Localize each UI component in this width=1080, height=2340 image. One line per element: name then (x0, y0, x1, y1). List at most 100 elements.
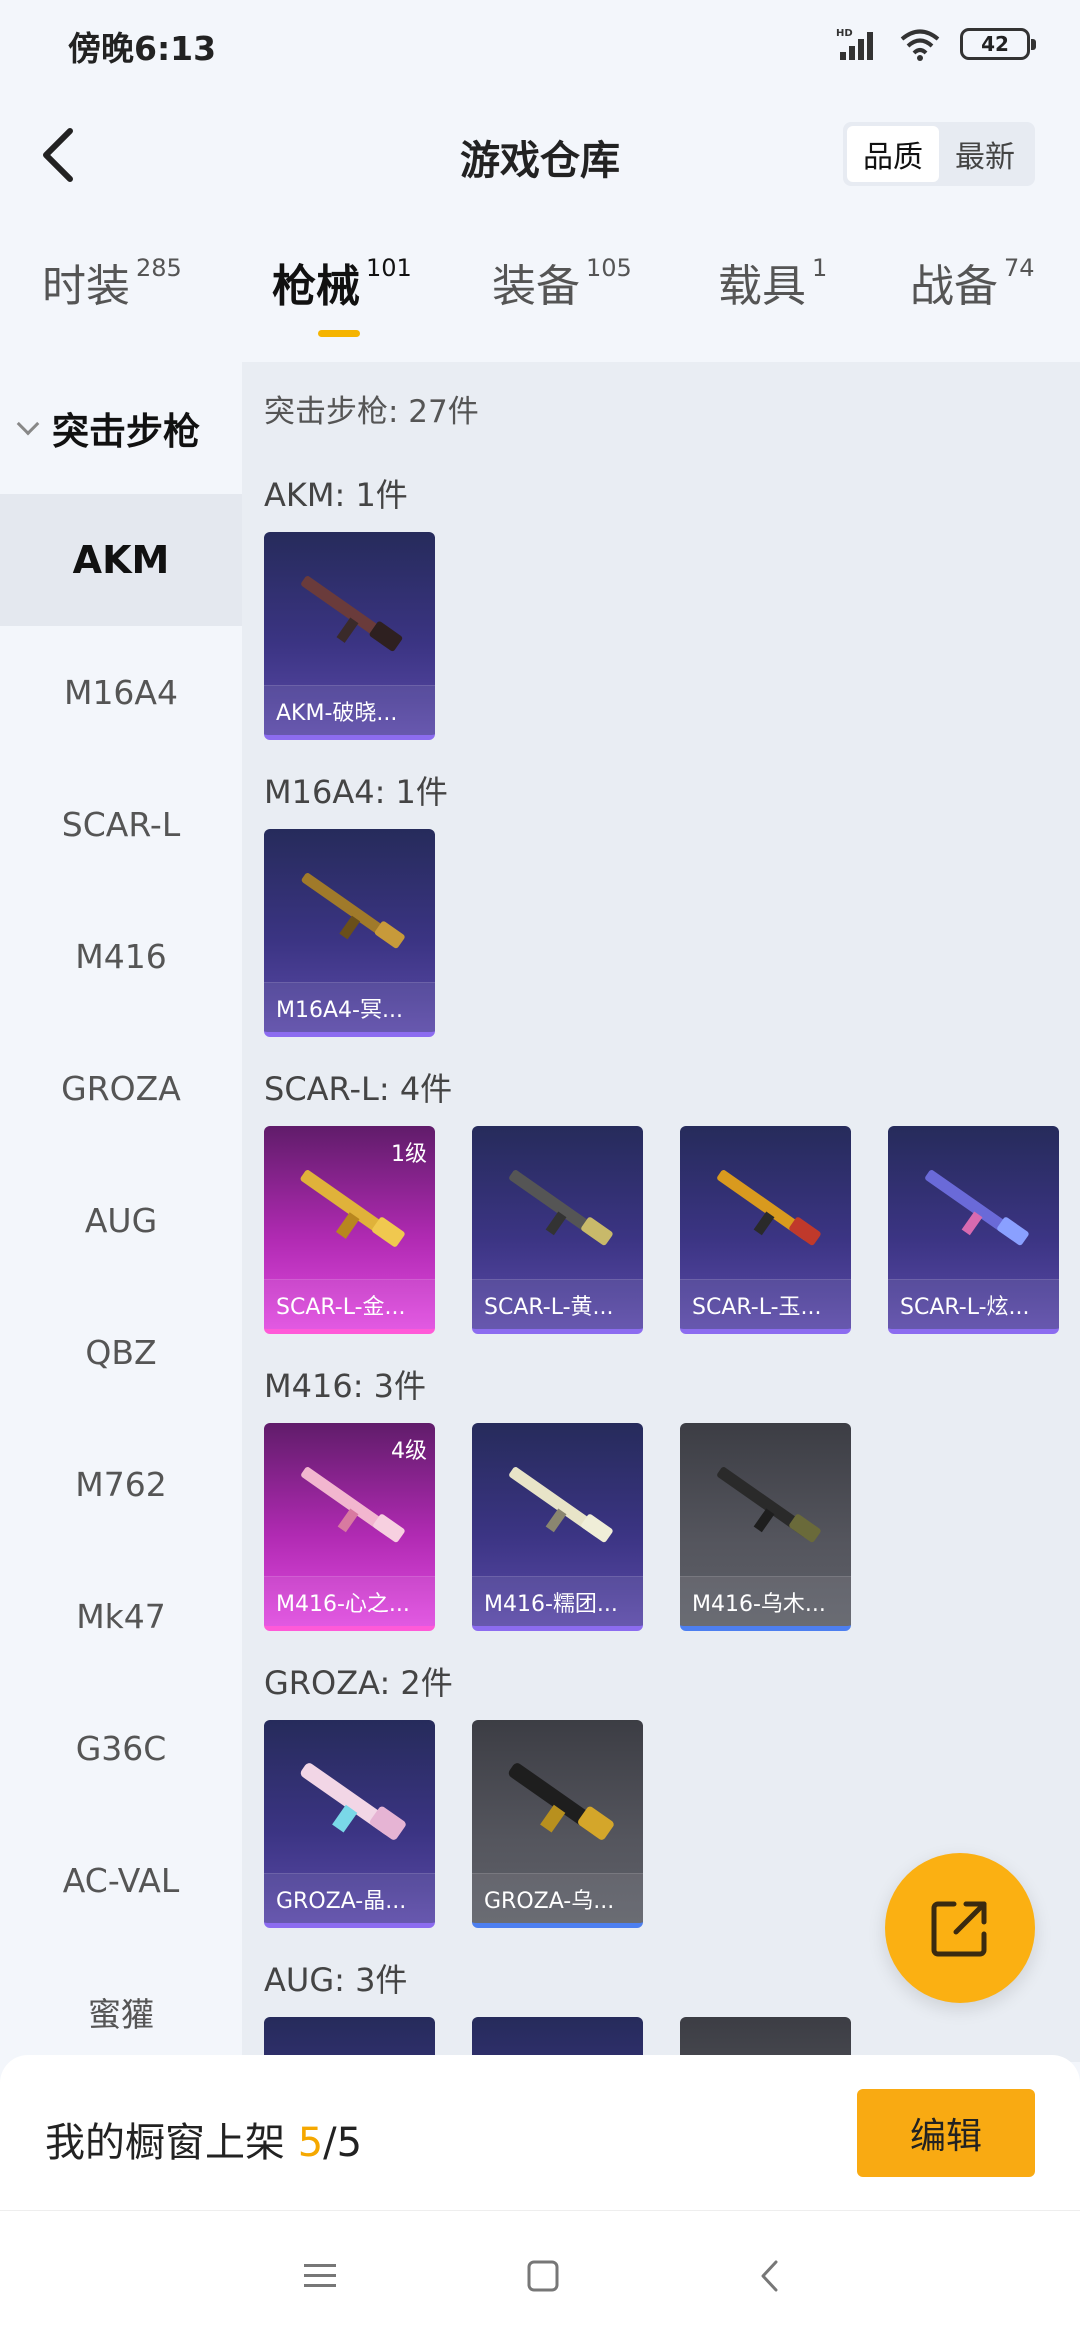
card-name: SCAR-L-玉... (692, 1294, 822, 1320)
weapon-card[interactable]: M416-糯团... (472, 1423, 643, 1631)
tab-label: 时装 (42, 261, 130, 312)
sidebar-group-label: 突击步枪 (52, 410, 200, 453)
tab-count: 1 (812, 254, 828, 282)
section-title: M16A4: 1件 (264, 773, 448, 811)
wifi-icon (900, 29, 940, 61)
menu-button[interactable] (295, 2251, 345, 2301)
share-button[interactable] (885, 1853, 1035, 2003)
card-name-bar: M16A4-冥... (264, 982, 435, 1032)
sidebar-item-m16a4[interactable]: M16A4 (0, 626, 242, 758)
status-bar: 傍晚6:13 HD 42 (0, 0, 1080, 90)
weapon-card[interactable]: SCAR-L-黄... (472, 1126, 643, 1334)
battery-indicator: 42 (960, 28, 1036, 60)
sidebar-item-m762[interactable]: M762 (0, 1418, 242, 1550)
weapon-card[interactable]: 1级 SCAR-L-金... (264, 1126, 435, 1334)
weapon-card[interactable]: 4级 M416-心之... (264, 1423, 435, 1631)
signal-icon: HD (836, 28, 873, 60)
rifle-icon (717, 1467, 821, 1543)
category-total: 突击步枪: 27件 (264, 394, 479, 430)
square-icon (527, 2260, 559, 2292)
sidebar-item-mk47[interactable]: Mk47 (0, 1550, 242, 1682)
rifle-icon (300, 1170, 405, 1247)
section-m16a4: M16A4: 1件 M16A4-冥... (264, 767, 448, 1037)
rifle-icon (301, 1467, 405, 1543)
weapon-card[interactable]: SCAR-L-玉... (680, 1126, 851, 1334)
card-name-bar: GROZA-乌... (472, 1873, 643, 1923)
weapon-list: 突击步枪: 27件 AKM: 1件 AKM-破晓... M16A4: 1件 M1… (242, 362, 1080, 2062)
weapon-card[interactable]: AKM-破晓... (264, 532, 435, 740)
card-name-bar: SCAR-L-炫... (888, 1279, 1059, 1329)
edit-button[interactable]: 编辑 (857, 2089, 1035, 2177)
system-nav-bar (0, 2210, 1080, 2340)
sidebar-item-akm[interactable]: AKM (0, 494, 242, 626)
tab-vehicles[interactable]: 载具 1 (718, 250, 827, 340)
tab-fashion[interactable]: 时装 285 (42, 250, 182, 340)
tab-label: 枪械 (272, 261, 360, 312)
rifle-icon (509, 1467, 613, 1543)
sort-toggle: 品质 最新 (843, 122, 1035, 186)
sidebar-item-qbz[interactable]: QBZ (0, 1286, 242, 1418)
rifle-icon (300, 1763, 406, 1840)
card-name: M16A4-冥... (276, 997, 403, 1023)
section-title: M416: 3件 (264, 1367, 427, 1405)
sidebar-item-aug[interactable]: AUG (0, 1154, 242, 1286)
sort-quality-button[interactable]: 品质 (847, 126, 939, 182)
weapon-card[interactable]: M16A4-冥... (264, 829, 435, 1037)
card-name-bar: GROZA-晶... (264, 1873, 435, 1923)
sidebar-item-ac-val[interactable]: AC-VAL (0, 1814, 242, 1946)
card-name: M416-心之... (276, 1591, 410, 1617)
tab-count: 74 (1004, 254, 1035, 282)
section-akm: AKM: 1件 AKM-破晓... (264, 470, 435, 740)
category-tabs: 时装 285 枪械 101 装备 105 载具 1 战备 74 (0, 250, 1080, 350)
card-name: M416-乌木... (692, 1591, 826, 1617)
section-groza: GROZA: 2件 GROZA-晶... GROZA-乌... (264, 1658, 643, 1928)
tab-label: 战备 (910, 261, 998, 312)
card-name: SCAR-L-黄... (484, 1294, 614, 1320)
tab-label: 装备 (492, 261, 580, 312)
card-name: AKM-破晓... (276, 700, 398, 726)
rifle-icon (508, 1763, 614, 1840)
weapon-card[interactable]: SCAR-L-炫... (888, 1126, 1059, 1334)
weapon-card[interactable]: GROZA-晶... (264, 1720, 435, 1928)
sidebar-item-g36c[interactable]: G36C (0, 1682, 242, 1814)
sidebar-item-scar-l[interactable]: SCAR-L (0, 758, 242, 890)
weapon-card[interactable]: M416-乌木... (680, 1423, 851, 1631)
tab-count: 285 (136, 254, 182, 282)
menu-icon (304, 2264, 336, 2287)
sort-newest-button[interactable]: 最新 (939, 126, 1031, 182)
showcase-current-count: 5 (297, 2120, 324, 2166)
sidebar-group-assault-rifles[interactable]: 突击步枪 (0, 362, 242, 494)
rifle-icon (301, 873, 405, 949)
system-back-button[interactable] (745, 2251, 795, 2301)
header: 游戏仓库 品质 最新 (0, 90, 1080, 220)
showcase-text: 我的橱窗上架 (45, 2120, 285, 2166)
card-name: SCAR-L-炫... (900, 1294, 1030, 1320)
tab-guns[interactable]: 枪械 101 (272, 250, 412, 340)
rifle-icon (717, 1170, 821, 1246)
showcase-total-count: 5 (336, 2120, 363, 2166)
sidebar-item-groza[interactable]: GROZA (0, 1022, 242, 1154)
showcase-label: 我的橱窗上架 5/5 (45, 2110, 362, 2168)
section-m416: M416: 3件 4级 M416-心之... M416-糯团... M416-乌… (264, 1361, 851, 1631)
chevron-left-icon (761, 2260, 778, 2292)
warehouse-page: 傍晚6:13 HD 42 游戏仓库 品质 最新 时装 285 枪械 101 装备… (0, 0, 1080, 2340)
home-button[interactable] (518, 2251, 568, 2301)
tab-equipment[interactable]: 装备 105 (492, 250, 632, 340)
weapon-sidebar: 突击步枪 AKM M16A4 SCAR-L M416 GROZA AUG QBZ… (0, 362, 242, 2062)
card-name: M416-糯团... (484, 1591, 618, 1617)
weapon-card[interactable]: GROZA-乌... (472, 1720, 643, 1928)
tab-war-prep[interactable]: 战备 74 (910, 250, 1035, 340)
card-name: GROZA-晶... (276, 1888, 407, 1914)
card-name-bar: SCAR-L-金... (264, 1279, 435, 1329)
tab-count: 105 (586, 254, 632, 282)
section-aug: AUG: 3件 (264, 1955, 851, 2062)
section-scar-l: SCAR-L: 4件 1级 SCAR-L-金... SCAR-L-黄... SC… (264, 1064, 1059, 1334)
chevron-down-icon (16, 412, 40, 436)
rifle-icon (509, 1170, 613, 1246)
section-title: SCAR-L: 4件 (264, 1070, 453, 1108)
card-name-bar: AKM-破晓... (264, 685, 435, 735)
svg-text:HD: HD (836, 28, 853, 39)
sidebar-item-m416[interactable]: M416 (0, 890, 242, 1022)
showcase-bar: 我的橱窗上架 5/5 编辑 (0, 2055, 1080, 2210)
section-title: AUG: 3件 (264, 1961, 408, 1999)
